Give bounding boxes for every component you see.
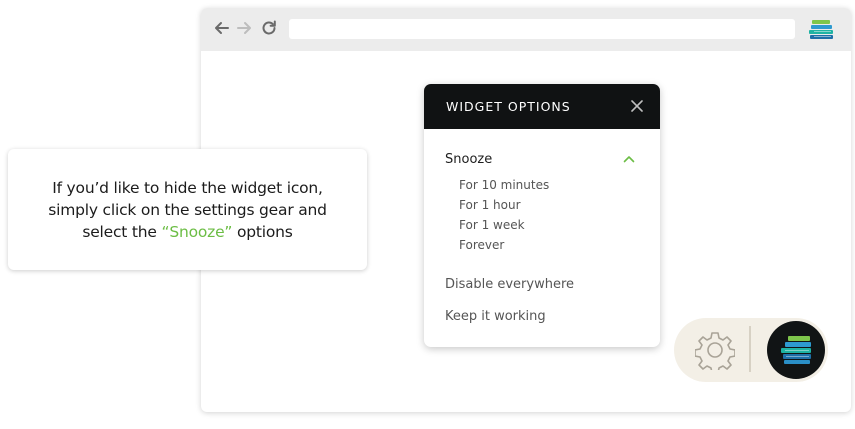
reload-button[interactable] — [260, 19, 278, 37]
arrow-right-icon — [237, 22, 251, 34]
instruction-line-3-post: options — [232, 222, 293, 241]
snooze-option-1-hour[interactable]: For 1 hour — [459, 198, 521, 212]
widget-options-panel: WIDGET OPTIONS Snooze For 10 minutes For… — [424, 84, 660, 347]
pill-divider — [749, 326, 751, 372]
books-stack-icon — [781, 336, 811, 364]
address-bar[interactable] — [289, 19, 795, 39]
arrow-left-icon — [215, 22, 229, 34]
snooze-option-1-week[interactable]: For 1 week — [459, 218, 525, 232]
instruction-line-3-pre: select the — [82, 222, 162, 241]
panel-header: WIDGET OPTIONS — [424, 84, 660, 129]
gear-icon[interactable] — [695, 330, 735, 370]
instruction-line-1: If you’d like to hide the widget icon, — [52, 178, 323, 197]
widget-launcher-button[interactable] — [767, 321, 825, 379]
snooze-option-forever[interactable]: Forever — [459, 238, 504, 252]
panel-title: WIDGET OPTIONS — [446, 99, 571, 114]
snooze-label: Snooze — [445, 151, 493, 167]
back-button[interactable] — [213, 19, 231, 37]
instruction-text: If you’d like to hide the widget icon, s… — [48, 177, 327, 243]
keep-working-option[interactable]: Keep it working — [445, 309, 546, 324]
instruction-line-2: simply click on the settings gear and — [48, 200, 327, 219]
snooze-option-10-minutes[interactable]: For 10 minutes — [459, 178, 549, 192]
instruction-callout: If you’d like to hide the widget icon, s… — [8, 149, 367, 270]
chevron-up-icon — [623, 156, 635, 163]
books-stack-icon[interactable] — [808, 18, 836, 42]
forward-button[interactable] — [235, 19, 253, 37]
snooze-toggle[interactable]: Snooze — [445, 149, 635, 169]
instruction-highlight: “Snooze” — [161, 222, 233, 241]
disable-everywhere-option[interactable]: Disable everywhere — [445, 277, 574, 292]
reload-icon — [262, 20, 276, 35]
widget-pill — [674, 318, 828, 382]
browser-toolbar — [201, 8, 851, 51]
close-icon[interactable] — [630, 99, 644, 113]
